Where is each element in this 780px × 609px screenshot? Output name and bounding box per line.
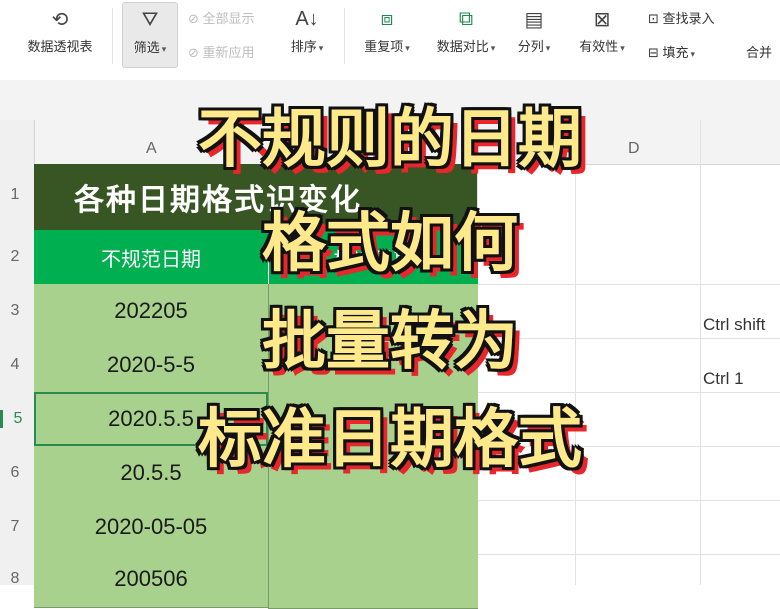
filter-icon: ⛛	[141, 8, 159, 31]
overlay-caption-line: 标准日期格式	[198, 403, 582, 477]
divider	[112, 8, 113, 64]
chevron-down-icon: ▾	[690, 49, 696, 59]
table-cell[interactable]	[268, 500, 478, 555]
chevron-down-icon: ▾	[405, 43, 410, 53]
duplicates-label: 重复项	[364, 39, 404, 54]
chevron-down-icon: ▾	[620, 43, 625, 53]
row-number[interactable]: 7	[0, 518, 30, 536]
compare-button[interactable]: ⧉ 数据对比 ▾	[428, 2, 504, 66]
fill-button[interactable]: ⊟ 填充 ▾	[648, 42, 695, 61]
chevron-down-icon: ▾	[545, 43, 551, 53]
lookup-entry-icon: ⊡	[648, 11, 663, 26]
row-number[interactable]: 8	[0, 570, 30, 588]
cell-value: 2020-05-05	[94, 514, 208, 539]
reapply-label: 重新应用	[202, 45, 255, 60]
filter-label: 筛选	[133, 40, 160, 55]
merge-button[interactable]: 合并	[746, 42, 772, 61]
sort-label: 排序	[290, 39, 317, 54]
compare-label: 数据对比	[436, 39, 489, 54]
duplicates-icon: ⧈	[380, 7, 394, 30]
grid-line	[477, 554, 780, 555]
pivot-table-label: 数据透视表	[27, 39, 93, 54]
duplicates-button[interactable]: ⧈ 重复项 ▾	[354, 2, 420, 66]
filter-button[interactable]: ⛛ 筛选 ▾	[122, 2, 178, 68]
fill-icon: ⊟	[648, 45, 663, 60]
validity-icon: ⊠	[593, 8, 611, 31]
compare-icon: ⧉	[458, 7, 474, 30]
pivot-table-icon: ⟲	[51, 8, 69, 31]
fill-label: 填充	[662, 45, 689, 60]
divider	[344, 8, 345, 64]
pivot-table-button[interactable]: ⟲ 数据透视表	[18, 2, 102, 66]
ribbon-toolbar: ⟲ 数据透视表 ⛛ 筛选 ▾ ⊘ 全部显示 ⊘ 重新应用 A↓ 排序 ▾ ⧈ 重复项…	[0, 0, 780, 81]
grid-line	[477, 284, 780, 285]
table-cell[interactable]: 200506	[34, 554, 268, 608]
reapply-icon: ⊘	[188, 45, 203, 60]
validity-button[interactable]: ⊠ 有效性 ▾	[570, 2, 634, 66]
show-all-label: 全部显示	[202, 11, 255, 26]
reapply-button[interactable]: ⊘ 重新应用	[188, 42, 255, 61]
chevron-down-icon: ▾	[490, 43, 496, 53]
cell-value: 200506	[114, 566, 188, 591]
sort-button[interactable]: A↓ 排序 ▾	[282, 2, 332, 66]
sort-icon: A↓	[295, 7, 319, 30]
show-all-button[interactable]: ⊘ 全部显示	[188, 8, 255, 27]
split-column-button[interactable]: ▤ 分列 ▾	[512, 2, 556, 66]
merge-label: 合并	[746, 45, 773, 60]
chevron-down-icon: ▾	[161, 44, 167, 54]
split-column-icon: ▤	[524, 8, 544, 31]
table-cell[interactable]	[268, 554, 478, 609]
lookup-entry-button[interactable]: ⊡ 查找录入	[648, 8, 715, 27]
overlay-caption-line: 不规则的日期	[198, 103, 582, 177]
split-column-label: 分列	[517, 39, 544, 54]
chevron-down-icon: ▾	[318, 43, 324, 53]
show-all-icon: ⊘	[188, 11, 203, 26]
validity-label: 有效性	[579, 39, 619, 54]
overlay-caption-line: 格式如何	[262, 207, 518, 281]
table-cell[interactable]: 2020-05-05	[34, 500, 268, 555]
overlay-caption-line: 批量转为	[262, 305, 518, 379]
lookup-entry-label: 查找录入	[662, 11, 715, 26]
grid-line	[477, 500, 780, 501]
